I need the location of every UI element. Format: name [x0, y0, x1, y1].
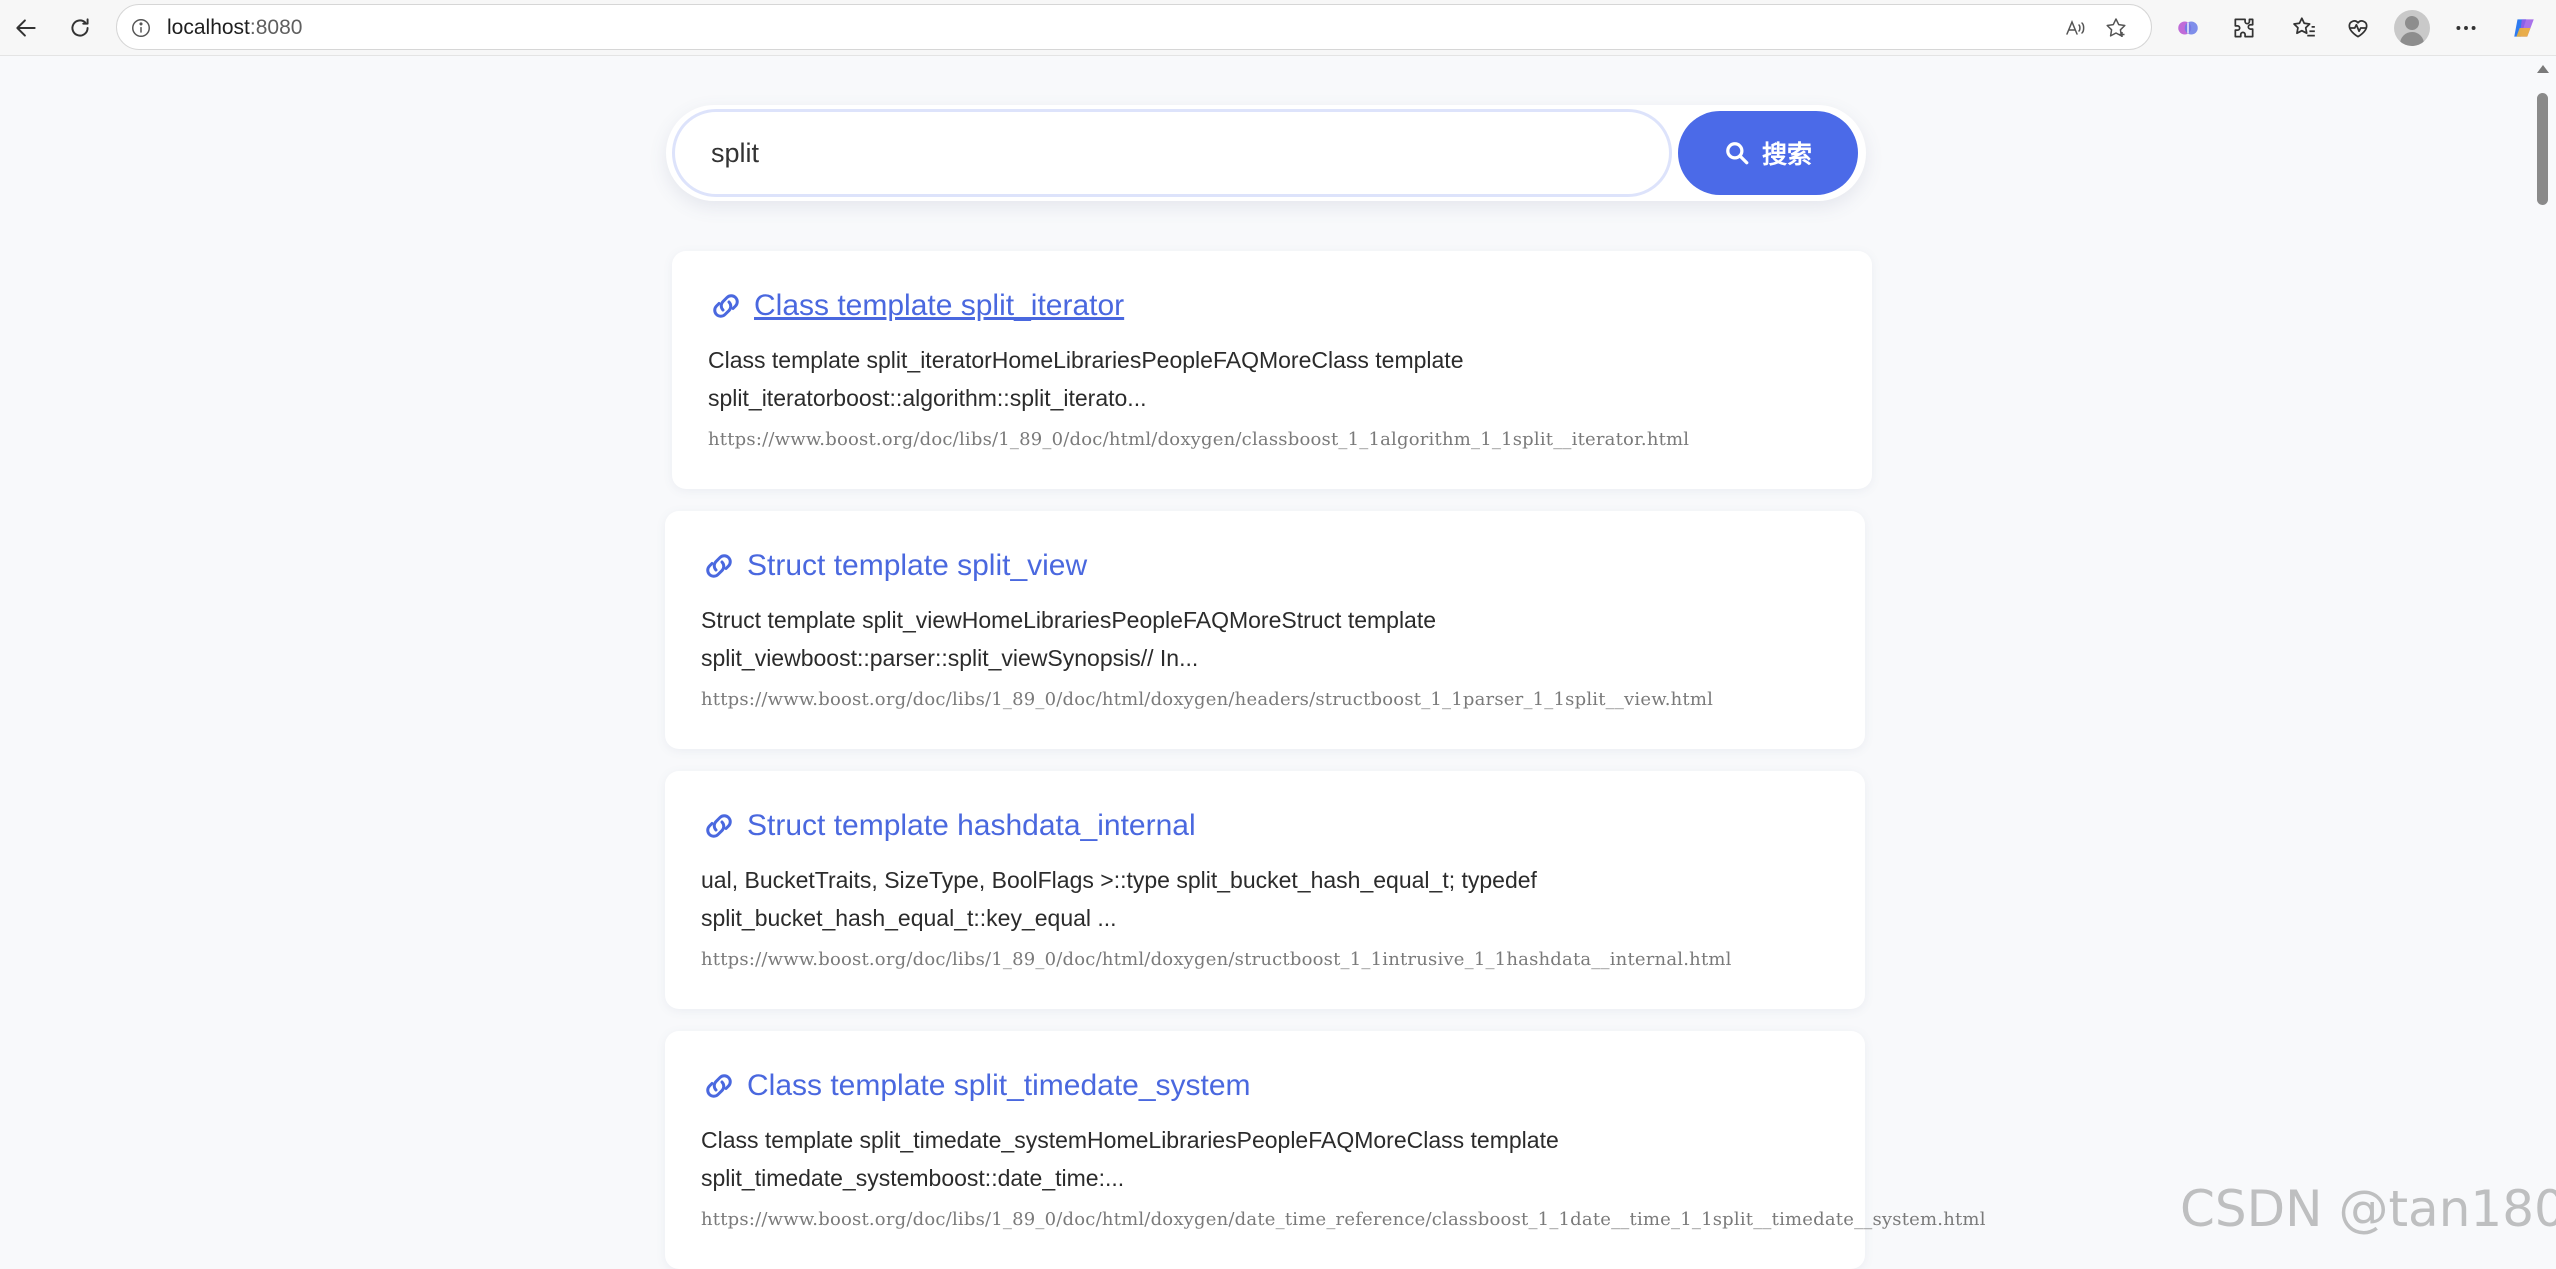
- favorite-star-icon[interactable]: [2099, 11, 2133, 45]
- reload-icon[interactable]: [60, 8, 100, 48]
- url-port: :8080: [249, 16, 303, 39]
- more-menu-icon[interactable]: [2446, 8, 2486, 48]
- search-button-label: 搜索: [1761, 140, 1812, 169]
- result-title-text: Class template split_timedate_system: [747, 1069, 1251, 1102]
- link-icon: [706, 814, 732, 838]
- result-title-text: Struct template split_view: [747, 549, 1088, 582]
- result-title-link[interactable]: Struct template split_view: [701, 549, 1087, 583]
- snippet-line: ual, BucketTraits, SizeType, BoolFlags >…: [701, 867, 1537, 893]
- result-url: https://www.boost.org/doc/libs/1_89_0/do…: [708, 429, 1690, 450]
- browser-essentials-heart-icon[interactable]: [2338, 8, 2378, 48]
- result-url: https://www.boost.org/doc/libs/1_89_0/do…: [701, 949, 1732, 970]
- search-button[interactable]: 搜索: [1678, 111, 1858, 195]
- page-scrollbar[interactable]: [2530, 57, 2556, 1258]
- result-snippet: Class template split_iteratorHomeLibrari…: [708, 341, 1588, 417]
- copilot-logo-icon[interactable]: [2504, 8, 2544, 48]
- result-snippet: Struct template split_viewHomeLibrariesP…: [701, 601, 1581, 677]
- copilot-brain-icon[interactable]: [2168, 8, 2208, 48]
- url-host: localhost: [167, 16, 250, 39]
- link-icon: [706, 1074, 732, 1098]
- search-icon: [1726, 142, 1749, 165]
- result-snippet: ual, BucketTraits, SizeType, BoolFlags >…: [701, 861, 1581, 937]
- result-url: https://www.boost.org/doc/libs/1_89_0/do…: [701, 689, 1714, 710]
- result-card: Class template split_timedate_system Cla…: [665, 1031, 1985, 1269]
- snippet-line: Struct template split_viewHomeLibrariesP…: [701, 607, 1437, 633]
- snippet-line: Class template split_timedate_systemHome…: [701, 1127, 1559, 1153]
- result-title-text: Struct template hashdata_internal: [747, 809, 1196, 842]
- watermark: CSDN @tan180°: [2180, 1180, 2556, 1238]
- extensions-puzzle-icon[interactable]: [2224, 8, 2264, 48]
- result-card: Struct template hashdata_internal ual, B…: [665, 771, 1865, 1009]
- snippet-line: split_iteratorboost::algorithm::split_it…: [708, 385, 1147, 411]
- profile-avatar-icon[interactable]: [2394, 10, 2430, 46]
- address-url[interactable]: localhost:8080: [167, 17, 302, 39]
- back-arrow-icon[interactable]: [6, 8, 46, 48]
- result-title-text: Class template split_iterator: [754, 289, 1125, 322]
- snippet-line: split_viewboost::parser::split_viewSynop…: [701, 645, 1199, 671]
- result-title-link[interactable]: Class template split_timedate_system: [701, 1069, 1251, 1103]
- read-aloud-icon[interactable]: [2059, 11, 2093, 45]
- search-bar: 搜索: [666, 105, 1866, 201]
- result-snippet: Class template split_timedate_systemHome…: [701, 1121, 1581, 1197]
- favorites-collection-icon[interactable]: [2284, 8, 2324, 48]
- scrollbar-thumb[interactable]: [2537, 93, 2548, 205]
- search-input[interactable]: [672, 109, 1672, 197]
- link-icon: [706, 554, 732, 578]
- link-icon: [713, 294, 739, 318]
- result-title-link[interactable]: Struct template hashdata_internal: [701, 809, 1196, 843]
- result-url: https://www.boost.org/doc/libs/1_89_0/do…: [701, 1209, 1986, 1230]
- page-content: 搜索 Class template split_iterator Class t…: [0, 57, 2530, 1269]
- browser-toolbar: localhost:8080: [0, 0, 2556, 56]
- result-title-link[interactable]: Class template split_iterator: [708, 289, 1124, 323]
- snippet-line: Class template split_iteratorHomeLibrari…: [708, 347, 1464, 373]
- snippet-line: split_timedate_systemboost::date_time:..…: [701, 1165, 1125, 1191]
- result-card: Class template split_iterator Class temp…: [672, 251, 1872, 489]
- scroll-up-arrow-icon[interactable]: [2537, 65, 2549, 73]
- address-bar[interactable]: localhost:8080: [116, 4, 2152, 50]
- site-info-icon[interactable]: [129, 16, 153, 40]
- result-card: Struct template split_view Struct templa…: [665, 511, 1865, 749]
- snippet-line: split_bucket_hash_equal_t::key_equal ...: [701, 905, 1117, 931]
